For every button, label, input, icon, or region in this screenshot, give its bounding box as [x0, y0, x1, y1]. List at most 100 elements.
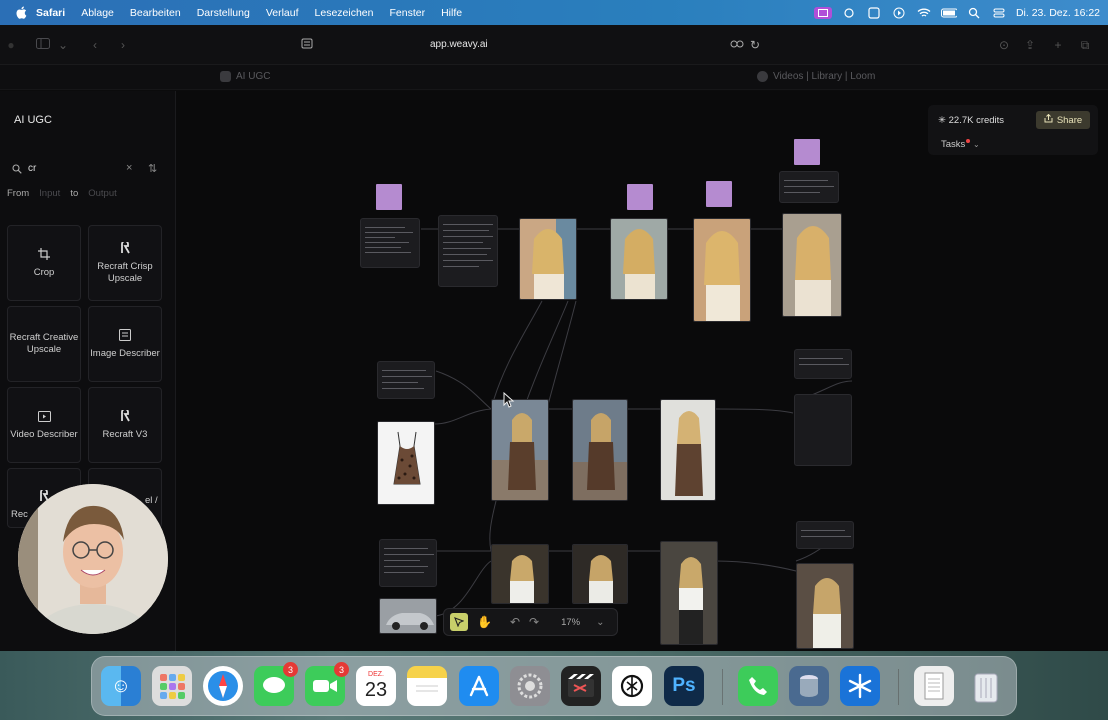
menubar-clock[interactable]: Di. 23. Dez. 16:22	[1016, 7, 1100, 19]
sparkle-icon: ✳	[938, 115, 946, 126]
clear-search-icon[interactable]: ×	[126, 162, 132, 174]
generated-image-node[interactable]	[491, 399, 549, 501]
menu-bearbeiten[interactable]: Bearbeiten	[130, 7, 181, 19]
card-label: el /	[145, 495, 158, 506]
crop-icon	[37, 247, 51, 261]
generated-image-node[interactable]	[610, 218, 668, 300]
node-card-recraft-v3[interactable]: Recraft V3	[88, 387, 162, 463]
prompt-node[interactable]	[379, 539, 437, 587]
redo-icon[interactable]: ↷	[529, 615, 539, 629]
photoshop-icon[interactable]: Ps	[664, 666, 704, 706]
play-icon[interactable]	[891, 7, 907, 19]
tab-ai-ugc[interactable]: AI UGC	[220, 71, 270, 82]
menu-fenster[interactable]: Fenster	[389, 7, 425, 19]
generated-image-node[interactable]	[572, 544, 628, 604]
credits-display[interactable]: ✳ 22.7K credits	[938, 115, 1004, 126]
documents-stack-icon[interactable]	[914, 666, 954, 706]
zoom-level[interactable]: 17%	[561, 617, 580, 628]
sticky-note[interactable]	[706, 181, 732, 207]
prompt-node[interactable]	[794, 349, 852, 379]
generated-image-node[interactable]	[796, 563, 854, 649]
undo-icon[interactable]: ↶	[510, 615, 520, 629]
menu-darstellung[interactable]: Darstellung	[197, 7, 250, 19]
spotlight-icon[interactable]	[966, 7, 982, 19]
share-button[interactable]: Share	[1036, 111, 1090, 129]
trash-icon[interactable]	[966, 666, 1006, 706]
apple-icon[interactable]	[14, 6, 28, 20]
database-app-icon[interactable]	[789, 666, 829, 706]
launchpad-icon[interactable]	[152, 666, 192, 706]
car-image-node[interactable]	[379, 598, 437, 634]
chevron-down-icon[interactable]: ⌄	[56, 38, 70, 52]
cloud-icon[interactable]	[841, 7, 857, 19]
new-tab-icon[interactable]: +	[1051, 38, 1065, 52]
sticky-note[interactable]	[627, 184, 653, 210]
menu-hilfe[interactable]: Hilfe	[441, 7, 462, 19]
share-page-icon[interactable]: ⇪	[1023, 38, 1037, 52]
menu-ablage[interactable]: Ablage	[81, 7, 114, 19]
calendar-icon[interactable]: DEZ. 23	[356, 666, 396, 706]
node-card-recraft-creative-upscale[interactable]: Recraft Creative Upscale	[7, 306, 81, 382]
back-icon[interactable]: ‹	[88, 38, 102, 52]
privacy-icon[interactable]	[730, 38, 744, 52]
generated-image-node[interactable]	[660, 399, 716, 501]
output-node[interactable]	[794, 394, 852, 466]
search-input[interactable]	[28, 163, 118, 174]
generated-image-node[interactable]	[782, 213, 842, 317]
battery-icon[interactable]	[940, 7, 957, 19]
chevron-down-icon[interactable]: ⌄	[596, 617, 604, 628]
workflow-canvas[interactable]: ✳ 22.7K credits Share Tasks ⌄	[176, 91, 1108, 651]
phone-icon[interactable]	[738, 666, 778, 706]
sticky-note[interactable]	[376, 184, 402, 210]
wifi-icon[interactable]	[916, 7, 932, 19]
prompt-node[interactable]	[438, 215, 498, 287]
generated-image-node[interactable]	[572, 399, 628, 501]
app-status-icon[interactable]	[866, 6, 882, 19]
input-filter[interactable]: Input	[39, 188, 60, 199]
menu-app-name[interactable]: Safari	[36, 7, 65, 19]
system-settings-icon[interactable]	[510, 666, 550, 706]
generated-image-node[interactable]	[519, 218, 577, 300]
safari-icon[interactable]	[203, 666, 243, 706]
prompt-node[interactable]	[360, 218, 420, 268]
canvas-toolbar: ✋ ↶ ↷ 17% ⌄	[443, 608, 618, 636]
prompt-node[interactable]	[796, 521, 854, 549]
prompt-node[interactable]	[779, 171, 839, 203]
menu-verlauf[interactable]: Verlauf	[266, 7, 299, 19]
generated-image-node[interactable]	[660, 541, 718, 645]
notes-icon[interactable]	[407, 666, 447, 706]
product-image-node[interactable]	[377, 421, 435, 505]
final-cut-icon[interactable]	[561, 666, 601, 706]
select-tool-button[interactable]	[450, 613, 468, 631]
sidebar-toggle-icon[interactable]	[32, 38, 54, 52]
sticky-note[interactable]	[794, 139, 820, 165]
tasks-dropdown[interactable]: Tasks ⌄	[941, 139, 980, 150]
node-card-crop[interactable]: Crop	[7, 225, 81, 301]
page-menu-icon[interactable]	[300, 38, 314, 52]
control-center-icon[interactable]	[991, 7, 1007, 19]
download-icon[interactable]: ⊙	[997, 38, 1011, 52]
facetime-icon[interactable]: 3	[305, 662, 349, 706]
messages-icon[interactable]: 3	[254, 662, 298, 706]
tab-loom[interactable]: Videos | Library | Loom	[757, 71, 875, 82]
output-filter[interactable]: Output	[88, 188, 117, 199]
screen-record-icon[interactable]	[813, 6, 832, 19]
node-card-video-describer[interactable]: Video Describer	[7, 387, 81, 463]
sort-icon[interactable]: ⇅	[148, 162, 157, 175]
tab-overview-icon[interactable]: ⧉	[1078, 38, 1092, 52]
generated-image-node[interactable]	[693, 218, 751, 322]
snowflake-app-icon[interactable]	[840, 666, 880, 706]
generated-image-node[interactable]	[491, 544, 549, 604]
address-bar[interactable]: app.weavy.ai	[430, 39, 488, 50]
node-card-image-describer[interactable]: Image Describer	[88, 306, 162, 382]
menu-lesezeichen[interactable]: Lesezeichen	[315, 7, 374, 19]
prompt-node[interactable]	[377, 361, 435, 399]
node-card-recraft-crisp-upscale[interactable]: Recraft Crisp Upscale	[88, 225, 162, 301]
hand-tool-icon[interactable]: ✋	[477, 615, 492, 629]
chatgpt-icon[interactable]	[612, 666, 652, 706]
reload-icon[interactable]: ↻	[748, 38, 762, 52]
app-store-icon[interactable]	[459, 666, 499, 706]
forward-icon[interactable]: ›	[116, 38, 130, 52]
finder-icon[interactable]: ☺	[101, 666, 141, 706]
window-controls-icon[interactable]: ●	[4, 38, 18, 52]
